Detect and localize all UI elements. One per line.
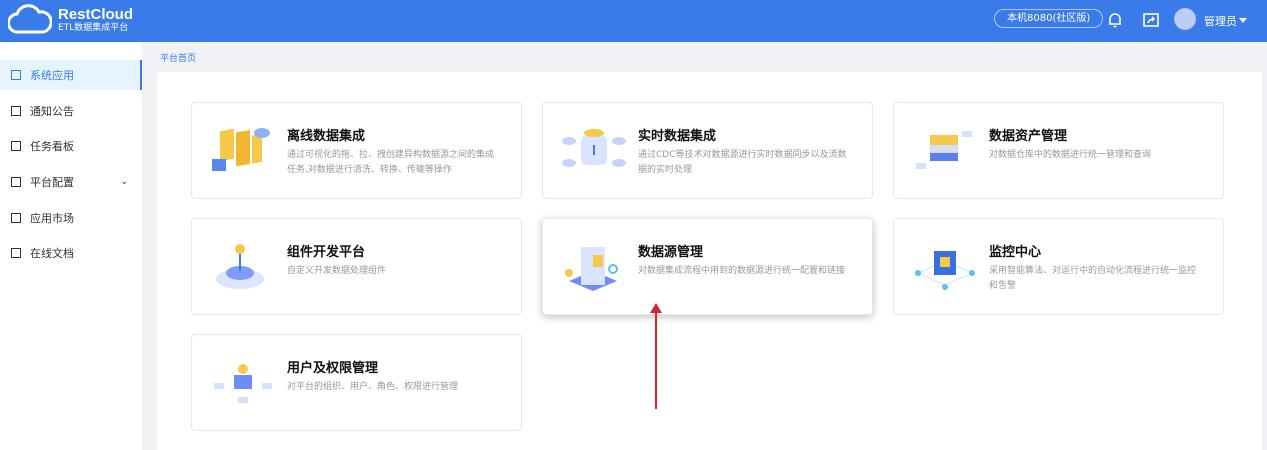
sidebar-item-label: 平台配置: [30, 176, 74, 189]
grid-icon: [11, 213, 21, 223]
card-description: 采用智能算法、对运行中的自动化流程进行统一监控和告警: [989, 266, 1197, 291]
card-title: 数据资产管理: [989, 129, 1068, 144]
card-data-assets[interactable]: 数据资产管理 对数据仓库中的数据进行统一管理和查询: [893, 102, 1224, 199]
sidebar-item-announcements[interactable]: 通知公告: [0, 96, 142, 126]
realtime-illustration-icon: [562, 129, 626, 167]
user-name[interactable]: 管理员: [1204, 13, 1237, 29]
brand-name: RestCloud: [58, 6, 133, 23]
card-title: 组件开发平台: [287, 245, 366, 260]
terminal-icon: [11, 177, 21, 187]
user-permissions-illustration-icon: [214, 364, 272, 403]
top-header: RestCloud ETL数据集成平台 本机8080(社区版) 管理员: [0, 0, 1267, 42]
card-title: 离线数据集成: [287, 129, 366, 144]
bell-icon[interactable]: [1106, 11, 1124, 29]
card-description: 对数据集成流程中用到的数据源进行统一配置和链接: [638, 266, 846, 276]
sidebar-item-system-apps[interactable]: 系统应用: [0, 60, 142, 90]
avatar[interactable]: [1174, 8, 1196, 30]
sidebar-item-label: 通知公告: [30, 105, 74, 118]
cloud-logo-icon: [8, 4, 52, 34]
document-icon: [11, 248, 21, 258]
card-realtime-integration[interactable]: 实时数据集成 通过CDC等技术对数据源进行实时数据同步以及流数据的实时处理: [542, 102, 873, 199]
card-description: 通过CDC等技术对数据源进行实时数据同步以及流数据的实时处理: [638, 150, 847, 175]
grid-icon: [11, 70, 21, 80]
breadcrumb[interactable]: 平台首页: [160, 51, 196, 64]
card-title: 用户及权限管理: [287, 361, 379, 376]
sidebar-item-app-market[interactable]: 应用市场: [0, 203, 142, 233]
sidebar-item-task-board[interactable]: 任务看板: [0, 131, 142, 161]
data-assets-illustration-icon: [916, 131, 972, 169]
chevron-down-icon[interactable]: [1239, 18, 1247, 27]
card-description: 对平台的组织、用户、角色、权限进行管理: [287, 382, 459, 392]
component-dev-illustration-icon: [216, 244, 264, 289]
card-component-dev[interactable]: 组件开发平台 自定义开发数据处理组件: [191, 218, 522, 315]
megaphone-icon: [11, 106, 21, 116]
card-title: 数据源管理: [638, 245, 704, 260]
card-datasource-management[interactable]: 数据源管理 对数据集成流程中用到的数据源进行统一配置和链接: [542, 218, 873, 315]
logo[interactable]: RestCloud ETL数据集成平台: [8, 4, 133, 36]
datasource-illustration-icon: [565, 247, 618, 291]
board-icon: [11, 141, 21, 151]
brand-subtitle: ETL数据集成平台: [58, 23, 129, 33]
card-description: 对数据仓库中的数据进行统一管理和查询: [989, 150, 1152, 160]
card-title: 监控中心: [989, 245, 1042, 260]
sidebar-item-label: 系统应用: [30, 69, 74, 82]
card-offline-integration[interactable]: 离线数据集成 通过可视化的拖、拉、拽创建异构数据源之间的集成任务,对数据进行清洗…: [191, 102, 522, 199]
sidebar-item-online-docs[interactable]: 在线文档: [0, 238, 142, 268]
chevron-down-icon: ⌄: [120, 177, 128, 187]
card-monitoring-center[interactable]: 监控中心 采用智能算法、对运行中的自动化流程进行统一监控和告警: [893, 218, 1224, 315]
sidebar-item-label: 任务看板: [30, 140, 74, 153]
annotation-arrow: [650, 303, 662, 409]
sidebar-item-label: 应用市场: [30, 212, 74, 225]
etl-illustration-icon: [212, 128, 270, 171]
sidebar-item-platform-config[interactable]: 平台配置 ⌄: [0, 167, 142, 197]
environment-badge[interactable]: 本机8080(社区版): [994, 9, 1104, 28]
monitor-illustration-icon: [915, 251, 975, 290]
card-description: 自定义开发数据处理组件: [287, 266, 387, 276]
share-screen-icon[interactable]: [1142, 11, 1160, 29]
card-user-permissions[interactable]: 用户及权限管理 对平台的组织、用户、角色、权限进行管理: [191, 334, 522, 431]
card-description: 通过可视化的拖、拉、拽创建异构数据源之间的集成任务,对数据进行清洗、转换、传输等…: [287, 150, 495, 175]
sidebar-item-label: 在线文档: [30, 247, 74, 260]
card-title: 实时数据集成: [638, 129, 717, 144]
sidebar: 系统应用 通知公告 任务看板 平台配置 ⌄ 应用市场 在线文档: [0, 42, 142, 450]
